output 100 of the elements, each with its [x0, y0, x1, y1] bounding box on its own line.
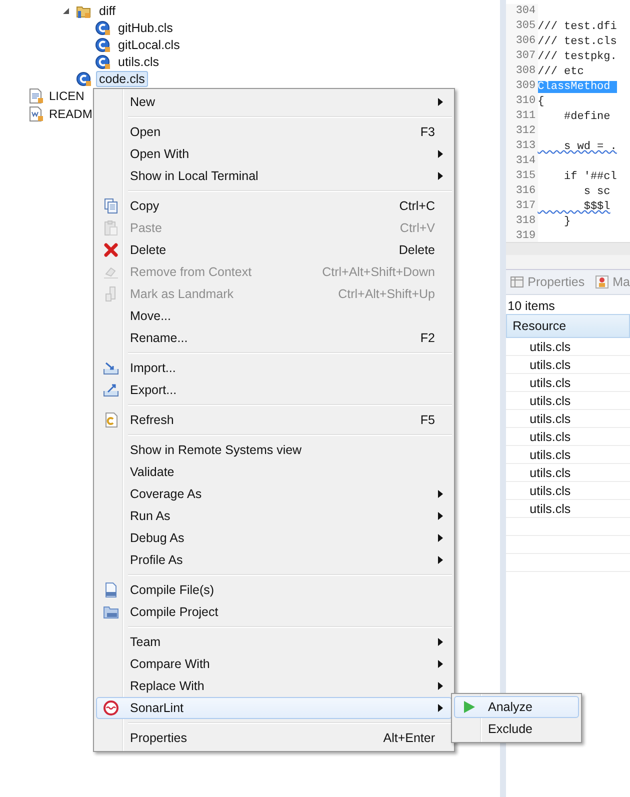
code-line: #define [563, 110, 610, 122]
table-cell: utils.cls [530, 376, 571, 390]
menu-item[interactable]: Replace With [96, 675, 452, 697]
class-file-icon [95, 54, 111, 70]
submenu-arrow-icon [438, 556, 443, 564]
table-cell: utils.cls [530, 340, 571, 354]
line-number: 304 [506, 4, 538, 19]
menu-item[interactable]: Open With [96, 143, 452, 165]
line-number: 318 [506, 214, 538, 229]
menu-item[interactable]: Exclude [454, 718, 579, 740]
line-number: 317 [506, 199, 538, 214]
menu-item[interactable]: Team [96, 631, 452, 653]
menu-item[interactable]: Analyze [454, 696, 579, 718]
menu-item[interactable]: Compile Project [96, 601, 452, 623]
line-number: 315 [506, 169, 538, 184]
binary-file-icon [103, 582, 119, 598]
line-number: 311 [506, 109, 538, 124]
menu-item[interactable]: Show in Remote Systems view [96, 439, 452, 461]
menu-item[interactable]: Move... [96, 305, 452, 327]
menu-item[interactable]: Compile File(s) [96, 579, 452, 601]
menu-item[interactable]: Copy Ctrl+C [96, 195, 452, 217]
table-cell: utils.cls [530, 358, 571, 372]
export-icon [103, 382, 119, 398]
submenu-arrow-icon [438, 98, 443, 106]
code-line: /// testpkg. [538, 50, 617, 62]
markers-icon [594, 275, 609, 289]
menu-item[interactable]: Open F3 [96, 121, 452, 143]
tree-item[interactable]: gitLocal.cls [115, 36, 183, 52]
clipboard-icon [103, 220, 119, 236]
menu-item[interactable]: Debug As [96, 527, 452, 549]
code-editor[interactable]: 304 305 /// test.dfi 306 /// test.cls 307 /// testpkg. 308 /// etc 309 ClassMethod 310 { 311 #define 312 313 s wd = . 314 315 if '##cl 316 s sc 317 $$$l 318 } 319 [506, 0, 630, 255]
line-number: 313 [506, 139, 538, 154]
line-number: 316 [506, 184, 538, 199]
line-number: 306 [506, 34, 538, 49]
no-entry-icon [103, 700, 119, 716]
tree-item[interactable]: READM [46, 106, 96, 122]
code-line: /// etc [538, 66, 584, 78]
line-number: 308 [506, 64, 538, 79]
menu-item[interactable]: Show in Local Terminal [96, 165, 452, 187]
delete-icon [103, 242, 119, 258]
code-line: /// test.cls [538, 36, 617, 48]
web-file-icon [28, 106, 44, 122]
line-number: 312 [506, 124, 538, 139]
menu-item[interactable]: Compare With [96, 653, 452, 675]
menu-item[interactable]: Profile As [96, 549, 452, 571]
tree-item[interactable]: diff [96, 2, 118, 18]
line-number: 305 [506, 19, 538, 34]
item-count: 10 items [506, 298, 556, 314]
code-line: s sc [582, 186, 610, 198]
tree-item[interactable]: LICEN [46, 88, 88, 104]
code-line: if '##cl [563, 170, 617, 182]
submenu-arrow-icon [438, 150, 443, 158]
code-line: $$$l [582, 200, 610, 212]
table-cell: utils.cls [530, 448, 571, 462]
menu-item[interactable]: SonarLint [96, 697, 452, 719]
table-cell: utils.cls [530, 430, 571, 444]
line-number: 314 [506, 154, 538, 169]
submenu-arrow-icon [438, 660, 443, 668]
submenu-arrow-icon [438, 172, 443, 180]
menu-item[interactable]: Rename... F2 [96, 327, 452, 349]
submenu-arrow-icon [438, 534, 443, 542]
tree-item[interactable]: code.cls [96, 70, 148, 86]
tree-item[interactable]: gitHub.cls [115, 20, 176, 36]
menu-item[interactable]: Export... [96, 379, 452, 401]
horizontal-scrollbar[interactable] [506, 242, 630, 255]
class-file-icon [76, 70, 92, 86]
menu-item[interactable]: Properties Alt+Enter [96, 727, 452, 749]
menu-item[interactable]: New [96, 91, 452, 113]
line-number: 310 [506, 94, 538, 109]
code-line: { [538, 96, 544, 108]
submenu-arrow-icon [438, 490, 443, 498]
copy-icon [103, 198, 119, 214]
table-cell: utils.cls [530, 466, 571, 480]
table-cell: utils.cls [530, 484, 571, 498]
menu-item[interactable]: Run As [96, 505, 452, 527]
text-file-icon [28, 88, 44, 104]
table-cell: utils.cls [530, 394, 571, 408]
submenu-arrow-icon [438, 704, 443, 712]
code-line: } [563, 216, 571, 228]
code-line: /// test.dfi [538, 20, 617, 32]
menu-item[interactable]: Delete Delete [96, 239, 452, 261]
menu-item[interactable]: Coverage As [96, 483, 452, 505]
table-cell: utils.cls [530, 502, 571, 516]
expand-triangle-icon[interactable] [62, 6, 70, 14]
class-file-icon [95, 20, 111, 36]
menu-item[interactable]: Import... [96, 357, 452, 379]
line-number: 307 [506, 49, 538, 64]
table-cell: utils.cls [530, 412, 571, 426]
play-icon [462, 700, 476, 714]
submenu-arrow-icon [438, 682, 443, 690]
submenu-arrow-icon [438, 512, 443, 520]
menu-item[interactable]: Refresh F5 [96, 409, 452, 431]
tree-item[interactable]: utils.cls [115, 54, 162, 70]
submenu-arrow-icon [438, 638, 443, 646]
code-line: s wd = . [563, 140, 617, 152]
line-number: 309 [506, 79, 538, 94]
table-icon [510, 275, 524, 289]
menu-item[interactable]: Validate [96, 461, 452, 483]
import-icon [103, 360, 119, 376]
class-file-icon [95, 36, 111, 52]
